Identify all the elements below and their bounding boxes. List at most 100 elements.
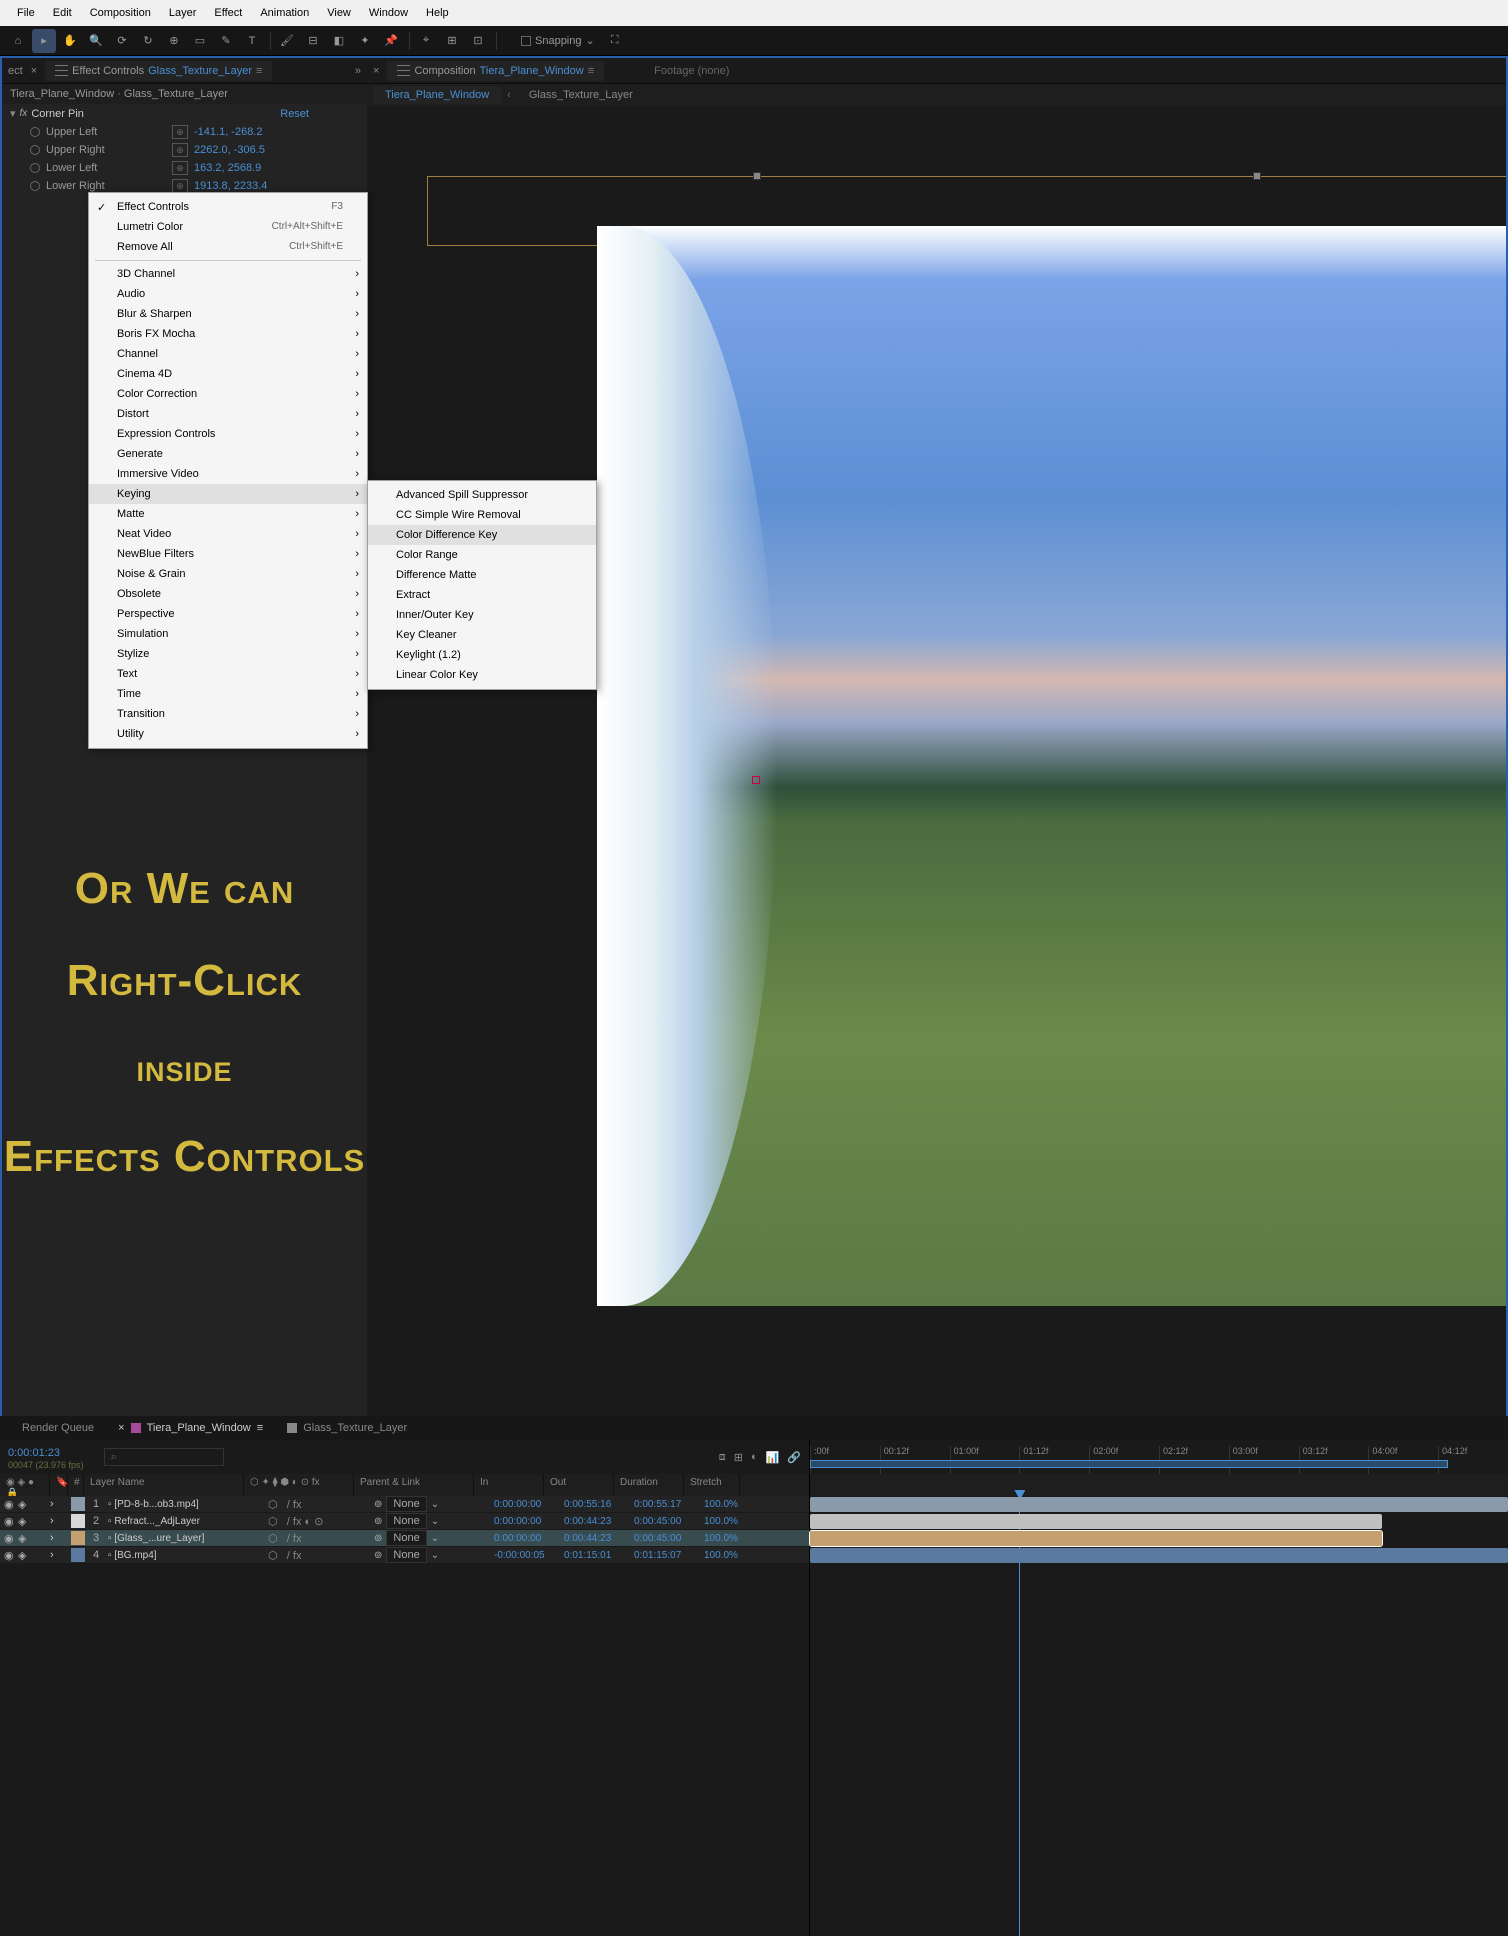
timeline-layer-row[interactable]: ◉◈ › 1 ▫ [PD-8-b...ob3.mp4] ⬡ / fx ⊚ Non… [0, 1496, 809, 1513]
context-menu-category[interactable]: Utility› [89, 724, 367, 744]
crosshair-icon[interactable]: ⊕ [172, 143, 188, 157]
menu-help[interactable]: Help [417, 7, 458, 19]
menu-animation[interactable]: Animation [251, 7, 318, 19]
timeline-layer-row[interactable]: ◉◈ › 2 ▫ Refract..._AdjLayer ⬡ / fx ◐ ⊙ … [0, 1513, 809, 1530]
context-submenu-item[interactable]: Inner/Outer Key [368, 605, 596, 625]
context-menu-category[interactable]: Distort› [89, 404, 367, 424]
menu-view[interactable]: View [318, 7, 360, 19]
selection-tool[interactable]: ▸ [32, 29, 56, 53]
rotate-tool[interactable]: ↻ [136, 29, 160, 53]
context-menu-category[interactable]: Immersive Video› [89, 464, 367, 484]
context-submenu-item[interactable]: Color Difference Key [368, 525, 596, 545]
context-menu-category[interactable]: Transition› [89, 704, 367, 724]
effect-reset-link[interactable]: Reset [280, 108, 309, 120]
effect-property[interactable]: Upper Left ⊕ -141.1, -268.2 [2, 123, 367, 141]
tl-graph-icon[interactable]: 📊 [766, 1451, 780, 1464]
visibility-icon[interactable]: ◉ [4, 1515, 16, 1527]
context-submenu-item[interactable]: Keylight (1.2) [368, 645, 596, 665]
stopwatch-icon[interactable] [30, 181, 40, 191]
crosshair-icon[interactable]: ⊕ [172, 179, 188, 193]
pen-tool[interactable]: ✎ [214, 29, 238, 53]
context-menu-category[interactable]: Color Correction› [89, 384, 367, 404]
tl-link-icon[interactable]: 🔗 [787, 1451, 801, 1464]
context-menu-category[interactable]: Boris FX Mocha› [89, 324, 367, 344]
context-submenu-item[interactable]: CC Simple Wire Removal [368, 505, 596, 525]
eraser-tool[interactable]: ◧ [327, 29, 351, 53]
timeline-layer-bar[interactable] [810, 1531, 1382, 1546]
puppet-tool[interactable]: 📌 [379, 29, 403, 53]
context-menu-category[interactable]: Matte› [89, 504, 367, 524]
work-area-bar[interactable] [810, 1460, 1448, 1468]
crosshair-icon[interactable]: ⊕ [172, 161, 188, 175]
context-submenu-item[interactable]: Linear Color Key [368, 665, 596, 685]
context-menu-category[interactable]: Keying›Advanced Spill SuppressorCC Simpl… [89, 484, 367, 504]
visibility-icon[interactable]: ◉ [4, 1498, 16, 1510]
menu-effect[interactable]: Effect [205, 7, 251, 19]
menu-layer[interactable]: Layer [160, 7, 206, 19]
context-menu-category[interactable]: Audio› [89, 284, 367, 304]
anchor-tool[interactable]: ⊕ [162, 29, 186, 53]
timeline-layer-bar[interactable] [810, 1497, 1508, 1512]
tl-shy-icon[interactable]: ⧈ [719, 1451, 726, 1464]
context-menu-category[interactable]: Cinema 4D› [89, 364, 367, 384]
orbit-tool[interactable]: ⟳ [110, 29, 134, 53]
context-menu-item[interactable]: Remove AllCtrl+Shift+E [89, 237, 367, 257]
context-menu-item[interactable]: Effect ControlsF3 [89, 197, 367, 217]
context-menu-category[interactable]: Text› [89, 664, 367, 684]
clone-tool[interactable]: ⊟ [301, 29, 325, 53]
comp-tab-glass[interactable]: Glass_Texture_Layer [517, 86, 645, 104]
home-tool[interactable]: ⌂ [6, 29, 30, 53]
context-menu-category[interactable]: Noise & Grain› [89, 564, 367, 584]
stopwatch-icon[interactable] [30, 145, 40, 155]
view-axis-icon[interactable]: ⊡ [466, 29, 490, 53]
menu-window[interactable]: Window [360, 7, 417, 19]
effect-controls-tab[interactable]: Effect Controls Glass_Texture_Layer ≡ [45, 61, 272, 81]
context-menu-category[interactable]: NewBlue Filters› [89, 544, 367, 564]
context-menu-category[interactable]: Stylize› [89, 644, 367, 664]
context-menu-category[interactable]: Perspective› [89, 604, 367, 624]
context-menu-category[interactable]: Neat Video› [89, 524, 367, 544]
hand-tool[interactable]: ✋ [58, 29, 82, 53]
context-submenu-item[interactable]: Key Cleaner [368, 625, 596, 645]
timeline-timecode[interactable]: 0:00:01:23 00047 (23.976 fps) [8, 1444, 84, 1470]
context-menu-item[interactable]: Lumetri ColorCtrl+Alt+Shift+E [89, 217, 367, 237]
menu-edit[interactable]: Edit [44, 7, 81, 19]
crosshair-icon[interactable]: ⊕ [172, 125, 188, 139]
menu-composition[interactable]: Composition [81, 7, 160, 19]
timeline-layer-bar[interactable] [810, 1514, 1382, 1529]
menu-file[interactable]: File [8, 7, 44, 19]
roto-tool[interactable]: ✦ [353, 29, 377, 53]
layer-color-swatch[interactable] [71, 1497, 85, 1511]
effect-corner-pin[interactable]: ▾ fx Corner Pin Reset [2, 104, 367, 123]
context-menu-category[interactable]: Obsolete› [89, 584, 367, 604]
visibility-icon[interactable]: ◉ [4, 1549, 16, 1561]
comp-tab-tiera[interactable]: Tiera_Plane_Window [373, 86, 501, 104]
panel-overflow-icon[interactable]: » [355, 65, 361, 77]
timeline-layer-row[interactable]: ◉◈ › 4 ▫ [BG.mp4] ⬡ / fx ⊚ None ⌄ -0:00:… [0, 1547, 809, 1564]
layer-color-swatch[interactable] [71, 1531, 85, 1545]
tl-motion-blur-icon[interactable]: ◐ [751, 1451, 758, 1464]
local-axis-icon[interactable]: ⌖ [414, 29, 438, 53]
text-tool[interactable]: T [240, 29, 264, 53]
tl-tab-tiera[interactable]: × Tiera_Plane_Window ≡ [106, 1419, 275, 1437]
zoom-tool[interactable]: 🔍 [84, 29, 108, 53]
layer-color-swatch[interactable] [71, 1548, 85, 1562]
context-submenu-item[interactable]: Advanced Spill Suppressor [368, 485, 596, 505]
brush-tool[interactable]: 🖌 [275, 29, 299, 53]
tl-tab-glass[interactable]: Glass_Texture_Layer [275, 1419, 419, 1437]
snap-expand-icon[interactable]: ⛶ [603, 29, 627, 53]
context-submenu-item[interactable]: Color Range [368, 545, 596, 565]
context-submenu-item[interactable]: Extract [368, 585, 596, 605]
timeline-layer-row[interactable]: ◉◈ › 3 ▫ [Glass_...ure_Layer] ⬡ / fx ⊚ N… [0, 1530, 809, 1547]
rect-tool[interactable]: ▭ [188, 29, 212, 53]
tl-tab-render-queue[interactable]: Render Queue [10, 1419, 106, 1437]
stopwatch-icon[interactable] [30, 127, 40, 137]
context-submenu-item[interactable]: Difference Matte [368, 565, 596, 585]
effect-property[interactable]: Upper Right ⊕ 2262.0, -306.5 [2, 141, 367, 159]
tl-frame-blend-icon[interactable]: ⊞ [734, 1451, 743, 1464]
context-menu-category[interactable]: Blur & Sharpen› [89, 304, 367, 324]
context-menu-category[interactable]: Expression Controls› [89, 424, 367, 444]
context-menu-category[interactable]: Time› [89, 684, 367, 704]
context-menu-category[interactable]: Channel› [89, 344, 367, 364]
layer-color-swatch[interactable] [71, 1514, 85, 1528]
